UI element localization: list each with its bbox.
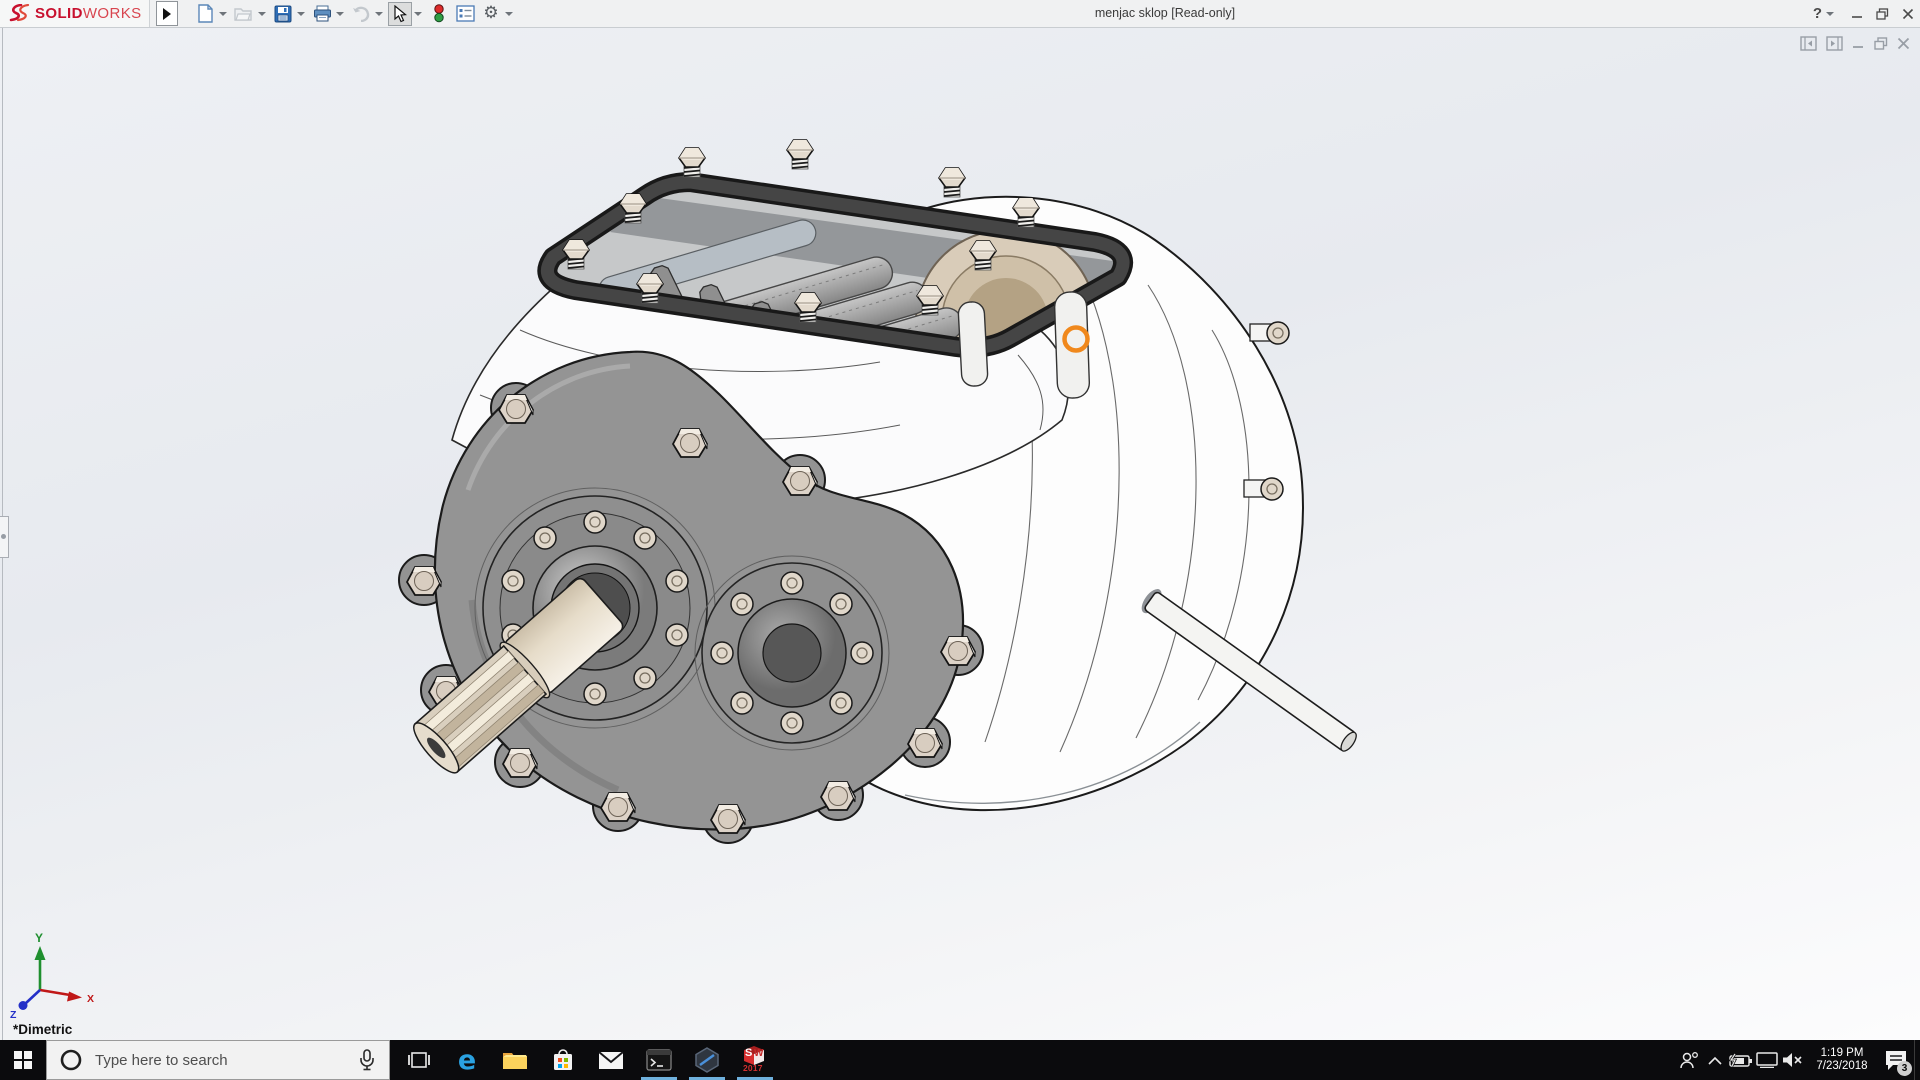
edge-button[interactable]: e (443, 1040, 491, 1080)
solidworks-mark-icon (7, 4, 31, 24)
traffic-light-icon (433, 4, 445, 23)
search-input[interactable] (93, 1051, 359, 1070)
windows-taskbar: e (0, 1040, 1920, 1080)
save-button[interactable] (271, 2, 295, 26)
solidworks-2017-icon: S W 2017 (740, 1045, 770, 1075)
edge-icon: e (458, 1045, 476, 1076)
file-explorer-icon (502, 1050, 528, 1071)
properties-list-icon (456, 5, 475, 22)
help-button[interactable]: ? (1813, 5, 1822, 22)
notification-badge: 3 (1897, 1061, 1912, 1076)
triad-x-label: X (87, 993, 94, 1005)
tray-date: 7/23/2018 (1810, 1060, 1874, 1073)
orientation-triad-icon: Y X Z (10, 931, 94, 1021)
open-dropdown-caret[interactable] (258, 12, 266, 16)
battery-icon (1729, 1053, 1753, 1067)
people-button[interactable] (1676, 1040, 1702, 1080)
system-tray: 1:19 PM 7/23/2018 3 (1676, 1040, 1920, 1080)
minimize-button[interactable] (1851, 8, 1863, 20)
sw-letter-s: S (745, 1047, 752, 1059)
window-controls: ? (1813, 0, 1914, 27)
command-prompt-button[interactable] (635, 1040, 683, 1080)
store-button[interactable] (539, 1040, 587, 1080)
tray-time: 1:19 PM (1810, 1047, 1874, 1060)
battery-button[interactable] (1728, 1040, 1754, 1080)
window-title: menjac sklop [Read-only] (1030, 0, 1300, 27)
print-dropdown-caret[interactable] (336, 12, 344, 16)
microphone-icon[interactable] (359, 1049, 375, 1071)
clock[interactable]: 1:19 PM 7/23/2018 (1810, 1047, 1874, 1073)
store-icon (551, 1048, 575, 1072)
solidworks-app-button[interactable]: S W 2017 (731, 1040, 779, 1080)
triad-y-label: Y (35, 931, 43, 945)
main-toolbar: ⚙ (192, 0, 517, 27)
task-view-button[interactable] (395, 1040, 443, 1080)
undo-dropdown-caret[interactable] (375, 12, 383, 16)
select-cursor-icon (393, 5, 408, 23)
save-icon (274, 5, 292, 23)
mail-button[interactable] (587, 1040, 635, 1080)
new-document-icon (197, 4, 214, 23)
undo-icon (351, 6, 371, 22)
triad-z-label: Z (10, 1009, 17, 1021)
hex-app-icon (694, 1047, 720, 1073)
undo-button[interactable] (349, 2, 373, 26)
chevron-up-icon (1708, 1056, 1722, 1065)
task-view-icon (408, 1051, 430, 1069)
show-desktop-button[interactable] (1914, 1040, 1920, 1080)
screen: SOLIDWORKS (0, 0, 1920, 1080)
new-dropdown-caret[interactable] (219, 12, 227, 16)
restore-button[interactable] (1876, 8, 1889, 20)
open-button[interactable] (232, 2, 256, 26)
view-orientation-label: *Dimetric (13, 1022, 72, 1037)
close-button[interactable] (1902, 8, 1914, 20)
volume-muted-icon (1782, 1052, 1804, 1068)
menu-flyout-button[interactable] (156, 1, 178, 26)
action-center-button[interactable]: 3 (1878, 1040, 1914, 1080)
titlebar: SOLIDWORKS (0, 0, 1920, 28)
hex-app-button[interactable] (683, 1040, 731, 1080)
volume-button[interactable] (1780, 1040, 1806, 1080)
gearbox-3d-model[interactable]: Y X Z (0, 28, 1920, 1040)
design-checker-button[interactable] (427, 2, 451, 26)
select-dropdown-caret[interactable] (414, 12, 422, 16)
new-document-button[interactable] (193, 2, 217, 26)
graphics-viewport[interactable]: Y X Z *Dimetric (0, 28, 1920, 1040)
help-dropdown-caret[interactable] (1826, 12, 1834, 16)
brand-light: WORKS (83, 5, 142, 22)
sw-year: 2017 (743, 1063, 763, 1073)
file-properties-button[interactable] (453, 2, 477, 26)
select-button[interactable] (388, 2, 412, 26)
hidden-icons-button[interactable] (1702, 1040, 1728, 1080)
save-dropdown-caret[interactable] (297, 12, 305, 16)
print-button[interactable] (310, 2, 334, 26)
command-prompt-icon (646, 1049, 672, 1071)
sw-letter-w: W (754, 1048, 763, 1059)
options-button[interactable]: ⚙ (479, 2, 503, 26)
file-explorer-button[interactable] (491, 1040, 539, 1080)
gear-icon: ⚙ (483, 5, 498, 22)
print-icon (313, 5, 332, 22)
windows-logo-icon (14, 1051, 32, 1069)
taskbar-search[interactable] (46, 1040, 390, 1080)
options-dropdown-caret[interactable] (505, 12, 513, 16)
solidworks-logo: SOLIDWORKS (0, 0, 150, 27)
cortana-icon[interactable] (59, 1048, 83, 1072)
brand-bold: SOLID (35, 5, 83, 22)
open-icon (234, 5, 254, 22)
taskbar-apps: e (395, 1040, 779, 1080)
network-icon (1756, 1052, 1778, 1068)
flyout-arrow-icon (163, 8, 171, 20)
network-button[interactable] (1754, 1040, 1780, 1080)
people-icon (1678, 1050, 1700, 1070)
mail-icon (598, 1051, 624, 1070)
start-button[interactable] (0, 1040, 46, 1080)
